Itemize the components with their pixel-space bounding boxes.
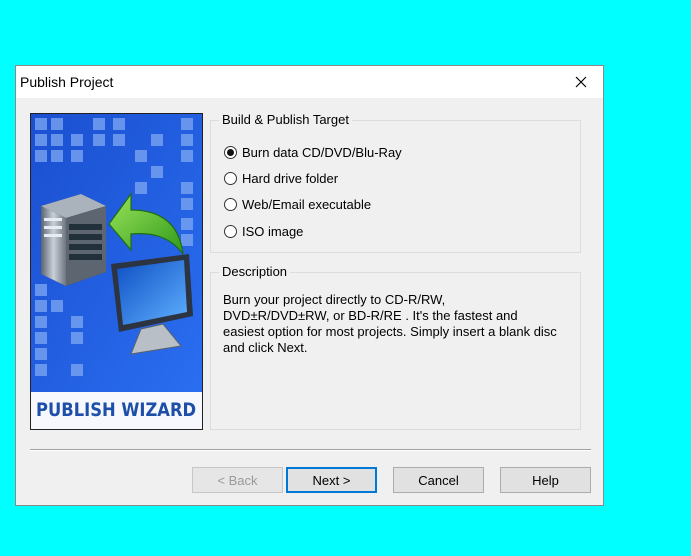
decorative-square <box>113 134 125 146</box>
decorative-square <box>181 198 193 210</box>
radio-web-email-executable[interactable]: Web/Email executable <box>224 196 371 212</box>
radio-button[interactable] <box>224 171 237 185</box>
decorative-square <box>35 150 47 162</box>
decorative-square <box>35 316 47 328</box>
close-button[interactable] <box>559 66 603 98</box>
decorative-square <box>35 118 47 130</box>
description-group: Description Burn your project directly t… <box>210 264 581 430</box>
decorative-square <box>71 332 83 344</box>
description-line: and click Next. <box>223 340 308 355</box>
target-group-label: Build & Publish Target <box>219 112 352 128</box>
decorative-square <box>93 134 105 146</box>
decorative-square <box>181 134 193 146</box>
decorative-square <box>151 166 163 178</box>
radio-label: Burn data CD/DVD/Blu-Ray <box>242 144 402 160</box>
description-line: DVD±R/DVD±RW, or BD-R/RE . It's the fast… <box>223 308 518 323</box>
decorative-square <box>181 234 193 246</box>
decorative-square <box>181 182 193 194</box>
publish-project-dialog: Publish Project PUBLISH WIZARD Build & P… <box>15 65 604 506</box>
description-text: Burn your project directly to CD-R/RW, D… <box>223 292 568 356</box>
decorative-square <box>51 118 63 130</box>
description-group-label: Description <box>219 264 291 280</box>
radio-button[interactable] <box>224 197 237 211</box>
decorative-square <box>35 332 47 344</box>
decorative-square <box>51 300 63 312</box>
decorative-square <box>71 316 83 328</box>
radio-button[interactable] <box>224 224 237 238</box>
publish-wizard-illustration <box>31 114 202 429</box>
radio-iso-image[interactable]: ISO image <box>224 223 303 239</box>
radio-label: Web/Email executable <box>242 196 372 212</box>
decorative-square <box>35 284 47 296</box>
decorative-square <box>93 118 105 130</box>
decorative-square <box>51 150 63 162</box>
decorative-square <box>181 150 193 162</box>
cancel-button[interactable]: Cancel <box>393 467 484 493</box>
next-button[interactable]: Next > <box>286 467 377 493</box>
close-icon <box>575 76 587 88</box>
window-title: Publish Project <box>20 74 114 90</box>
title-bar[interactable]: Publish Project <box>16 66 603 98</box>
button-separator <box>30 449 591 451</box>
decorative-square <box>51 134 63 146</box>
decorative-square <box>35 134 47 146</box>
help-button[interactable]: Help <box>500 467 591 493</box>
radio-hard-drive-folder[interactable]: Hard drive folder <box>224 170 338 186</box>
decorative-square <box>35 348 47 360</box>
server-icon <box>41 194 106 286</box>
description-line: Burn your project directly to CD-R/RW, <box>223 292 446 307</box>
decorative-square <box>181 118 193 130</box>
description-line: easiest option for most projects. Simply… <box>223 324 557 339</box>
decorative-square <box>71 364 83 376</box>
decorative-square <box>135 150 147 162</box>
build-publish-target-group: Build & Publish Target Burn data CD/DVD/… <box>210 112 581 253</box>
wizard-banner: PUBLISH WIZARD <box>31 391 202 429</box>
decorative-square <box>71 150 83 162</box>
back-button[interactable]: < Back <box>192 467 283 493</box>
wizard-banner-text: PUBLISH WIZARD <box>36 399 197 421</box>
radio-burn-disc[interactable]: Burn data CD/DVD/Blu-Ray <box>224 144 402 160</box>
decorative-square <box>113 118 125 130</box>
decorative-square <box>71 134 83 146</box>
radio-label: ISO image <box>242 223 304 239</box>
radio-label: Hard drive folder <box>242 170 339 186</box>
decorative-square <box>181 218 193 230</box>
decorative-square <box>35 300 47 312</box>
decorative-square <box>151 134 163 146</box>
decorative-square <box>135 182 147 194</box>
decorative-square <box>35 364 47 376</box>
radio-button[interactable] <box>224 145 237 159</box>
wizard-image: PUBLISH WIZARD <box>30 113 203 430</box>
